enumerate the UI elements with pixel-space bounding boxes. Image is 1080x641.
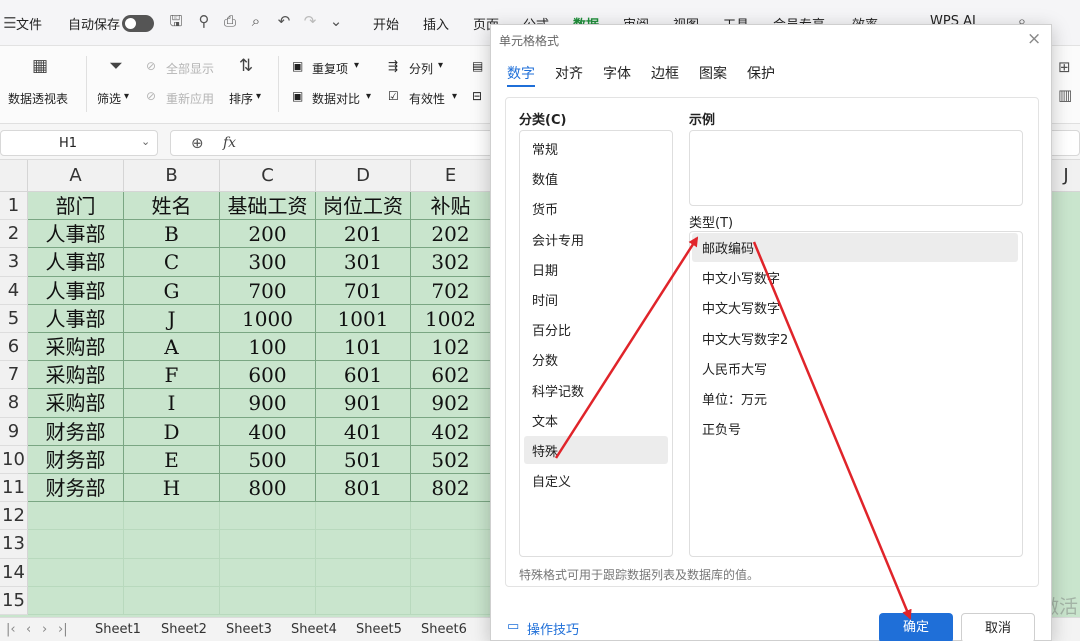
arrow-to-ok-button (752, 241, 912, 620)
annotation-arrows (554, 236, 912, 620)
arrow-to-postal-code (554, 236, 699, 459)
